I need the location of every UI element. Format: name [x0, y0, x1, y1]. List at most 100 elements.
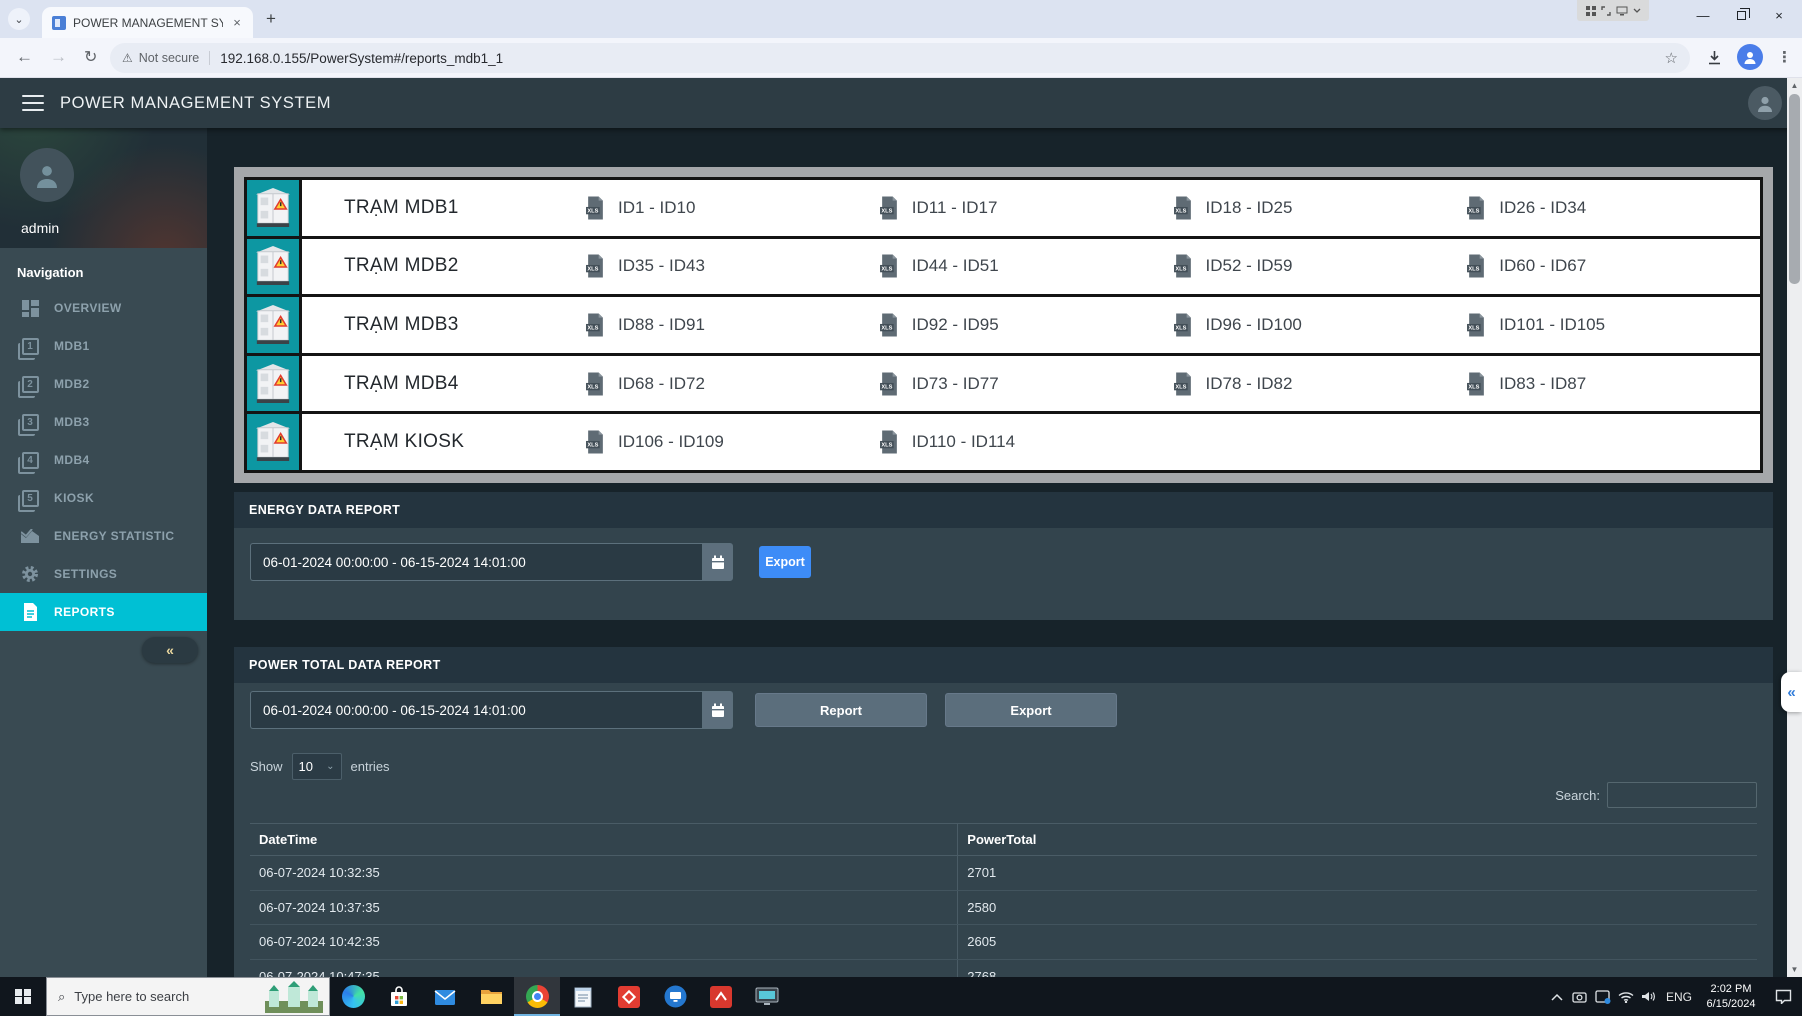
station-report-link[interactable]: XLS ID110 - ID114: [879, 414, 1173, 470]
window-restore-button[interactable]: [1722, 0, 1760, 30]
station-report-link[interactable]: XLS ID96 - ID100: [1173, 297, 1467, 353]
sidebar-item-overview[interactable]: OVERVIEW: [0, 289, 207, 327]
scrollbar-thumb[interactable]: [1789, 94, 1800, 284]
blue-monitor-app-icon: [664, 985, 686, 1008]
sidebar-item-reports[interactable]: REPORTS: [0, 593, 207, 631]
notepad-icon: [574, 987, 592, 1007]
station-row: TRẠM MDB1 XLS ID1 - ID10 XLS ID11 - ID17…: [247, 180, 1760, 236]
browser-menu-button[interactable]: ⋮: [1777, 48, 1792, 66]
substation-cabinet-icon: [247, 238, 302, 295]
tray-volume-icon[interactable]: [1637, 990, 1660, 1003]
taskbar-search[interactable]: ⌕ Type here to search: [46, 977, 330, 1016]
clock[interactable]: 2:02 PM 6/15/2024: [1698, 982, 1764, 1012]
bookmark-star-icon[interactable]: ☆: [1665, 49, 1678, 67]
security-badge[interactable]: Not secure: [139, 51, 211, 65]
column-header-datetime[interactable]: DateTime: [250, 824, 959, 855]
hamburger-menu-icon[interactable]: [22, 95, 44, 111]
station-report-link[interactable]: XLS ID92 - ID95: [879, 297, 1173, 353]
fullscreen-icon: [1600, 5, 1611, 16]
page-scrollbar[interactable]: ▲ ▼: [1787, 78, 1802, 977]
station-report-link[interactable]: XLS ID83 - ID87: [1466, 356, 1760, 412]
sidebar-item-mdb1[interactable]: 1 MDB1: [0, 327, 207, 365]
user-avatar[interactable]: [1748, 86, 1782, 120]
page-size-select[interactable]: 10 ⌄: [291, 753, 342, 780]
sidebar-item-settings[interactable]: SETTINGS: [0, 555, 207, 593]
energy-export-button[interactable]: Export: [759, 546, 811, 578]
taskbar-app-edge[interactable]: [330, 977, 376, 1016]
address-bar[interactable]: ⚠ Not secure 192.168.0.155/PowerSystem#/…: [110, 43, 1690, 73]
power-export-button[interactable]: Export: [945, 693, 1117, 727]
new-tab-button[interactable]: +: [266, 9, 276, 29]
chevrons-left-icon: «: [166, 642, 174, 658]
scroll-up-arrow[interactable]: ▲: [1787, 78, 1802, 93]
notification-icon: [1775, 989, 1791, 1004]
sidebar-item-mdb3[interactable]: 3 MDB3: [0, 403, 207, 441]
station-report-link[interactable]: XLS ID68 - ID72: [585, 356, 879, 412]
station-report-link[interactable]: XLS ID35 - ID43: [585, 239, 879, 295]
back-button[interactable]: ←: [16, 47, 33, 67]
station-report-link[interactable]: XLS ID52 - ID59: [1173, 239, 1467, 295]
station-report-link[interactable]: XLS ID101 - ID105: [1466, 297, 1760, 353]
xls-file-icon: XLS: [586, 372, 603, 396]
forward-button[interactable]: →: [50, 47, 67, 67]
station-report-link[interactable]: XLS ID88 - ID91: [585, 297, 879, 353]
action-center-button[interactable]: [1764, 989, 1802, 1004]
sidebar-user-panel: admin: [0, 128, 207, 248]
taskbar-app-explorer[interactable]: [468, 977, 514, 1016]
side-panel-toggle[interactable]: «: [1781, 672, 1802, 712]
station-report-link[interactable]: XLS ID1 - ID10: [585, 180, 879, 236]
browser-profile-avatar[interactable]: [1737, 44, 1763, 70]
start-button[interactable]: [0, 977, 46, 1016]
taskbar-app-store[interactable]: [376, 977, 422, 1016]
station-report-link[interactable]: XLS ID78 - ID82: [1173, 356, 1467, 412]
calendar-button[interactable]: [702, 543, 733, 581]
panel-header: POWER TOTAL DATA REPORT: [234, 647, 1773, 683]
taskbar-app-remote-viewer[interactable]: [652, 977, 698, 1016]
url-text[interactable]: 192.168.0.155/PowerSystem#/reports_mdb1_…: [220, 51, 503, 66]
report-button[interactable]: Report: [755, 693, 927, 727]
station-row: TRẠM MDB4 XLS ID68 - ID72 XLS ID73 - ID7…: [247, 355, 1760, 412]
taskbar-app-notepad[interactable]: [560, 977, 606, 1016]
station-report-link[interactable]: XLS ID73 - ID77: [879, 356, 1173, 412]
window-close-button[interactable]: ×: [1760, 0, 1798, 30]
sidebar-item-energy-statistic[interactable]: ENERGY STATISTIC: [0, 517, 207, 555]
station-report-link[interactable]: XLS ID60 - ID67: [1466, 239, 1760, 295]
search-highlight-image[interactable]: [261, 981, 327, 1015]
svg-text:XLS: XLS: [881, 443, 892, 449]
tab-search-button[interactable]: ⌄: [8, 8, 30, 30]
sidebar-item-kiosk[interactable]: 5 KIOSK: [0, 479, 207, 517]
date-range-input[interactable]: [250, 543, 702, 581]
tray-capture-icon[interactable]: [1568, 990, 1591, 1003]
remote-session-toolbar[interactable]: [1577, 0, 1649, 21]
date-range-input[interactable]: [250, 691, 702, 729]
station-report-link[interactable]: XLS ID26 - ID34: [1466, 180, 1760, 236]
browser-tab[interactable]: POWER MANAGEMENT SYSTEM ×: [42, 7, 253, 38]
tray-wifi-icon[interactable]: [1614, 991, 1637, 1003]
station-report-link[interactable]: XLS ID11 - ID17: [879, 180, 1173, 236]
calendar-button[interactable]: [702, 691, 733, 729]
taskbar-app-mail[interactable]: [422, 977, 468, 1016]
language-indicator[interactable]: ENG: [1660, 990, 1698, 1004]
reload-button[interactable]: ↻: [84, 47, 97, 67]
taskbar-app-red-tool-2[interactable]: [698, 977, 744, 1016]
taskbar-app-chrome[interactable]: [514, 977, 560, 1016]
tab-close-icon[interactable]: ×: [229, 15, 245, 30]
downloads-button[interactable]: [1706, 49, 1723, 66]
sidebar-item-mdb4[interactable]: 4 MDB4: [0, 441, 207, 479]
wifi-icon: [1618, 991, 1633, 1003]
sidebar-collapse-button[interactable]: «: [142, 637, 198, 663]
sidebar-item-mdb2[interactable]: 2 MDB2: [0, 365, 207, 403]
search-input[interactable]: [1607, 782, 1757, 808]
tray-app-status-icon[interactable]: [1591, 989, 1614, 1004]
station-report-link[interactable]: XLS ID18 - ID25: [1173, 180, 1467, 236]
tab-favicon-icon: [52, 15, 66, 30]
store-icon: [391, 985, 407, 1006]
column-header-powertotal[interactable]: PowerTotal: [958, 824, 1757, 855]
scroll-down-arrow[interactable]: ▼: [1787, 962, 1802, 977]
window-minimize-button[interactable]: —: [1684, 0, 1722, 30]
taskbar-app-red-tool[interactable]: [606, 977, 652, 1016]
tray-expand-chevron[interactable]: [1545, 993, 1568, 1001]
taskbar-app-display-tool[interactable]: [744, 977, 790, 1016]
station-report-link[interactable]: XLS ID44 - ID51: [879, 239, 1173, 295]
station-report-link[interactable]: XLS ID106 - ID109: [585, 414, 879, 470]
